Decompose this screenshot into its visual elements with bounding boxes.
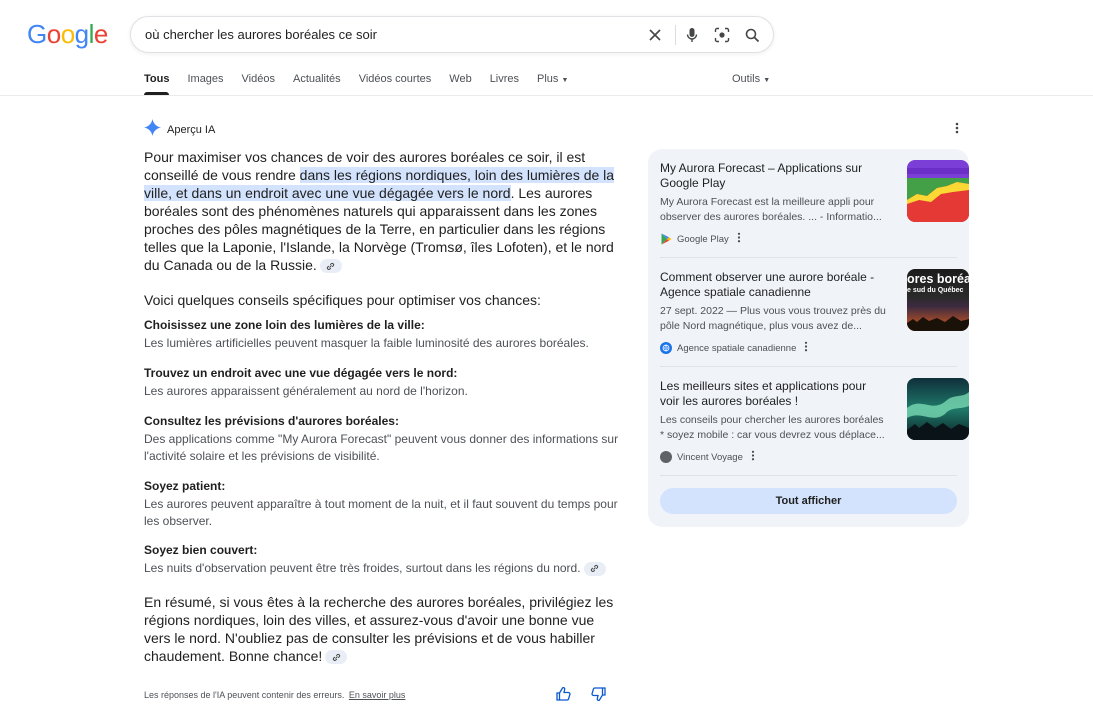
tools-label: Outils (732, 73, 761, 85)
link-icon (332, 653, 340, 661)
source-card[interactable]: My Aurora Forecast – Applications sur Go… (660, 160, 969, 246)
source-card[interactable]: Les meilleurs sites et applications pour… (660, 378, 969, 464)
tip-title: Soyez patient: (144, 479, 226, 493)
tab-short-videos[interactable]: Vidéos courtes (359, 73, 432, 95)
source-snippet: 27 sept. 2022 — Plus vous vous trouvez p… (660, 305, 886, 332)
ai-overview-header: Aperçu IA (144, 119, 215, 141)
logo-letter: G (27, 19, 47, 49)
search-input[interactable] (145, 17, 615, 52)
tip-description: Les lumières artificielles peuvent masqu… (144, 336, 589, 350)
thumbnail-caption: e sud du Québec (907, 287, 964, 294)
tab-news[interactable]: Actualités (293, 73, 341, 95)
globe-icon (660, 342, 672, 354)
tools-button[interactable]: Outils ▼ (732, 73, 770, 85)
tip-item: Soyez bien couvert: Les nuits d'observat… (144, 542, 620, 577)
sources-panel: My Aurora Forecast – Applications sur Go… (648, 149, 969, 527)
tab-more[interactable]: Plus ▼ (537, 73, 568, 95)
source-thumbnail[interactable] (907, 160, 969, 222)
ai-summary: En résumé, si vous êtes à la recherche d… (144, 593, 620, 665)
ai-overview-paragraph: Pour maximiser vos chances de voir des a… (144, 148, 620, 274)
link-icon (327, 262, 335, 270)
tab-books[interactable]: Livres (490, 73, 519, 95)
tip-title: Soyez bien couvert: (144, 543, 258, 557)
summary-text: En résumé, si vous êtes à la recherche d… (144, 594, 614, 664)
source-meta: Vincent Voyage (660, 450, 957, 464)
tip-title: Consultez les prévisions d'aurores boréa… (144, 414, 399, 428)
thumbs-up-icon[interactable] (556, 686, 571, 706)
source-link-chip[interactable] (319, 259, 342, 274)
tip-title: Choisissez une zone loin des lumières de… (144, 318, 425, 332)
tip-item: Consultez les prévisions d'aurores boréa… (144, 413, 620, 465)
lens-icon[interactable] (712, 25, 732, 45)
tab-all[interactable]: Tous (144, 73, 170, 95)
source-title[interactable]: Les meilleurs sites et applications pour… (660, 379, 885, 409)
tab-images[interactable]: Images (187, 73, 223, 95)
logo-letter: o (46, 19, 61, 49)
thumbnail-caption: ores boréa (907, 272, 969, 286)
tip-description: Les aurores peuvent apparaître à tout mo… (144, 497, 618, 528)
source-site-name: Google Play (677, 233, 729, 245)
source-title[interactable]: My Aurora Forecast – Applications sur Go… (660, 161, 885, 191)
more-options-icon[interactable] (751, 450, 755, 464)
source-separator (660, 257, 957, 258)
more-options-icon[interactable] (955, 121, 959, 139)
gemini-sparkle-icon (144, 119, 161, 141)
disclaimer-text: Les réponses de l'IA peuvent contenir de… (144, 690, 345, 700)
search-icon[interactable] (742, 25, 762, 45)
google-play-icon (660, 233, 672, 245)
source-snippet: Les conseils pour chercher les aurores b… (660, 414, 885, 441)
google-logo[interactable]: Google (27, 19, 108, 50)
logo-letter: e (93, 19, 108, 49)
tip-item: Soyez patient: Les aurores peuvent appar… (144, 478, 620, 530)
show-all-button[interactable]: Tout afficher (660, 488, 957, 514)
more-options-icon[interactable] (804, 341, 808, 355)
logo-letter: o (60, 19, 75, 49)
tip-description: Les aurores apparaissent généralement au… (144, 384, 468, 398)
source-link-chip[interactable] (325, 650, 348, 665)
tip-description: Les nuits d'observation peuvent être trè… (144, 560, 620, 577)
source-separator (660, 475, 957, 476)
tip-description: Des applications comme "My Aurora Foreca… (144, 432, 619, 463)
microphone-icon[interactable] (682, 25, 702, 45)
avatar (660, 451, 672, 463)
caret-down-icon: ▼ (561, 77, 569, 84)
link-icon (590, 565, 599, 573)
source-meta: Agence spatiale canadienne (660, 341, 957, 355)
search-box (130, 16, 774, 53)
source-thumbnail[interactable] (907, 378, 969, 440)
tip-title: Trouvez un endroit avec une vue dégagée … (144, 366, 458, 380)
tab-videos[interactable]: Vidéos (242, 73, 275, 95)
thumbs-down-icon[interactable] (591, 687, 606, 706)
source-card[interactable]: Comment observer une aurore boréale - Ag… (660, 269, 969, 355)
more-options-icon[interactable] (737, 232, 741, 246)
search-tabs: Tous Images Vidéos Actualités Vidéos cou… (144, 73, 586, 95)
tips-intro: Voici quelques conseils spécifiques pour… (144, 292, 541, 308)
source-site-name: Agence spatiale canadienne (677, 342, 797, 354)
source-thumbnail[interactable]: ores boréa e sud du Québec (907, 269, 969, 331)
source-link-chip[interactable] (583, 561, 606, 576)
ai-overview-title: Aperçu IA (167, 124, 216, 136)
source-meta: Google Play (660, 232, 957, 246)
clear-icon[interactable] (645, 25, 665, 45)
caret-down-icon: ▼ (763, 77, 771, 84)
tab-more-label: Plus (537, 73, 559, 85)
tip-description-text: Les nuits d'observation peuvent être trè… (144, 561, 581, 575)
tab-web[interactable]: Web (449, 73, 471, 95)
source-separator (660, 366, 957, 367)
tabs-divider (0, 95, 1093, 96)
tip-item: Choisissez une zone loin des lumières de… (144, 317, 620, 352)
source-site-name: Vincent Voyage (677, 451, 743, 463)
source-snippet: My Aurora Forecast est la meilleure appl… (660, 196, 882, 223)
ai-disclaimer: Les réponses de l'IA peuvent contenir de… (144, 690, 405, 700)
learn-more-link[interactable]: En savoir plus (349, 690, 406, 700)
search-divider (675, 25, 676, 45)
source-title[interactable]: Comment observer une aurore boréale - Ag… (660, 270, 885, 300)
logo-letter: g (74, 19, 89, 49)
tip-item: Trouvez un endroit avec une vue dégagée … (144, 365, 620, 400)
